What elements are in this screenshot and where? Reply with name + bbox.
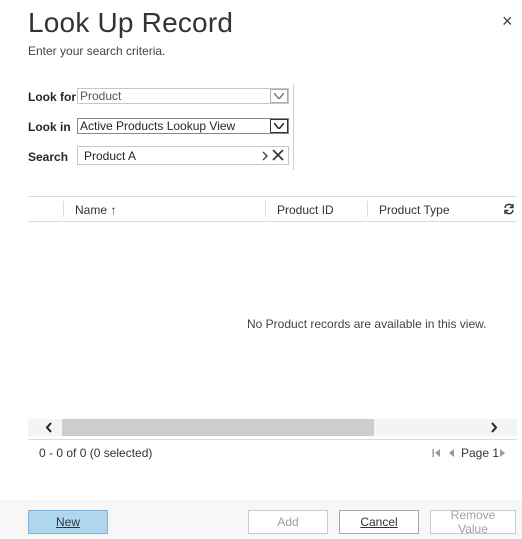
search-value: Product A: [84, 149, 137, 163]
remove-value-button[interactable]: Remove Value: [430, 508, 516, 536]
search-input[interactable]: Product A: [77, 146, 289, 165]
look-in-label: Look in: [28, 120, 71, 134]
grid-bottom-border: [28, 439, 517, 440]
dialog-subtitle: Enter your search criteria.: [28, 44, 166, 58]
column-header-product-type[interactable]: Product Type: [379, 203, 450, 217]
remove-value-button-label: Remove Value: [450, 508, 496, 536]
dialog-title: Look Up Record: [28, 7, 234, 38]
empty-grid-message: No Product records are available in this…: [247, 317, 487, 331]
add-button-label: Add: [277, 515, 299, 529]
dropdown-arrow-icon: [274, 93, 284, 99]
look-for-value: Product: [80, 89, 122, 103]
look-in-dropdown-button[interactable]: [270, 119, 288, 133]
first-page-icon[interactable]: [432, 447, 441, 461]
look-for-label: Look for: [28, 90, 76, 104]
look-for-dropdown-button[interactable]: [270, 89, 288, 103]
column-separator: [367, 201, 368, 217]
cancel-button-label: Cancel: [360, 515, 398, 529]
look-in-value: Active Products Lookup View: [80, 119, 236, 133]
column-separator: [63, 201, 64, 217]
look-for-select[interactable]: Product: [77, 88, 289, 104]
search-arrow-icon[interactable]: [262, 150, 269, 164]
record-count: 0 - 0 of 0 (0 selected): [39, 446, 153, 460]
new-button[interactable]: New: [28, 510, 108, 534]
search-label: Search: [28, 150, 69, 164]
dropdown-arrow-icon: [274, 123, 284, 129]
scroll-right-icon[interactable]: [490, 422, 498, 436]
look-in-select[interactable]: Active Products Lookup View: [77, 118, 289, 134]
form-divider: [293, 84, 294, 170]
scroll-left-icon[interactable]: [45, 422, 53, 436]
column-header-name[interactable]: Name ↑: [75, 203, 116, 217]
column-header-product-id[interactable]: Product ID: [277, 203, 334, 217]
page-indicator: Page 1: [461, 446, 500, 460]
add-button[interactable]: Add: [248, 510, 328, 534]
clear-icon[interactable]: [272, 149, 284, 164]
grid-header-border: [28, 221, 517, 222]
new-button-label: New: [55, 515, 80, 529]
close-icon[interactable]: ×: [502, 12, 513, 30]
prev-page-icon[interactable]: [448, 447, 455, 461]
grid-top-border: [28, 196, 517, 197]
scrollbar-thumb[interactable]: [62, 419, 374, 436]
cancel-button[interactable]: Cancel: [339, 510, 419, 534]
column-separator: [265, 201, 266, 217]
refresh-icon[interactable]: [503, 203, 515, 218]
next-page-icon[interactable]: [499, 447, 506, 461]
